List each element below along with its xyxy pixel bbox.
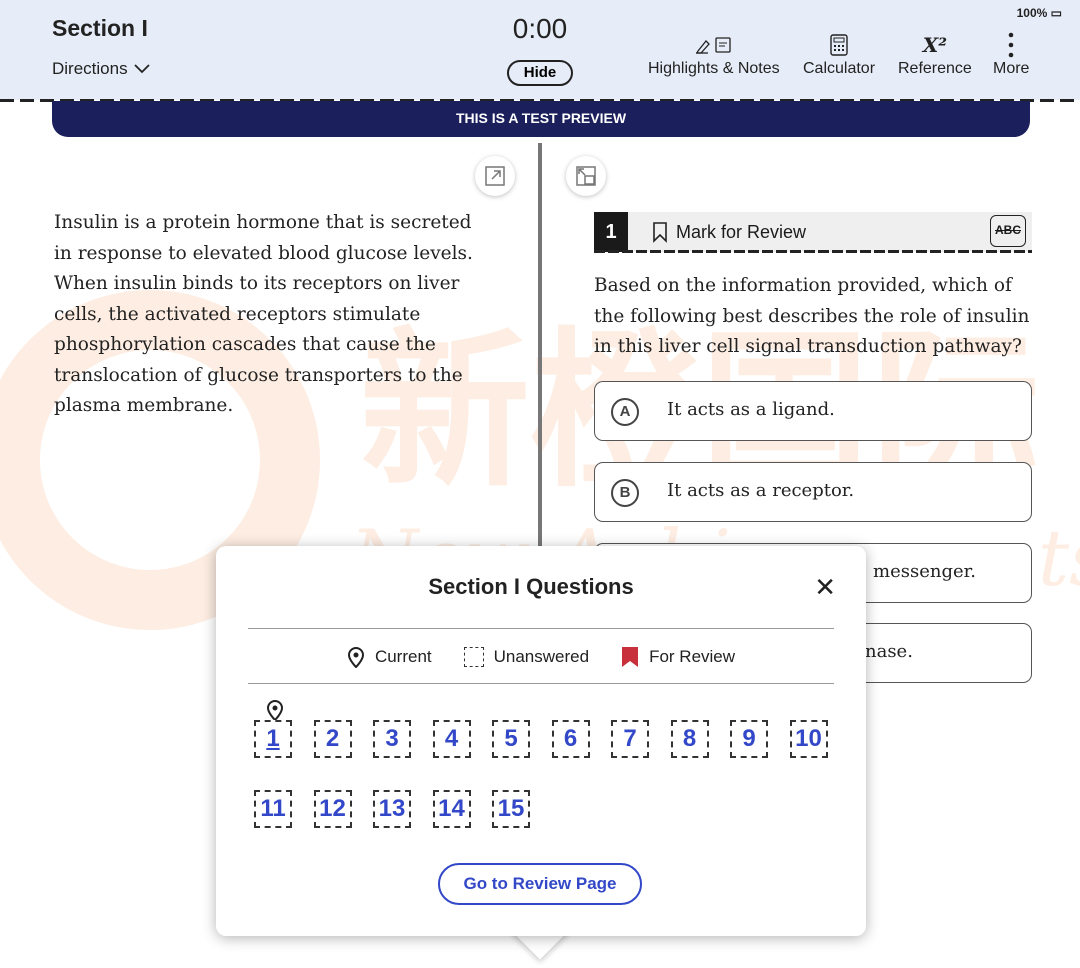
top-bar: Section I Directions 0:00 Hide 100% ▭ Hi… bbox=[0, 0, 1080, 100]
battery-icon: ▭ bbox=[1050, 6, 1062, 20]
question-nav-5[interactable]: 5 bbox=[492, 720, 530, 758]
directions-label: Directions bbox=[52, 59, 128, 78]
choice-text: nase. bbox=[865, 641, 913, 662]
calculator-button[interactable]: Calculator bbox=[803, 30, 875, 78]
answer-choice-a[interactable]: A It acts as a ligand. bbox=[594, 381, 1032, 441]
question-nav-10[interactable]: 10 bbox=[789, 720, 828, 758]
collapse-icon bbox=[576, 166, 596, 186]
question-nav-8[interactable]: 8 bbox=[670, 720, 709, 758]
pane-divider[interactable] bbox=[538, 143, 542, 553]
choice-letter: B bbox=[611, 479, 639, 507]
passage-text: Insulin is a protein hormone that is sec… bbox=[54, 212, 473, 416]
choice-letter: A bbox=[611, 398, 639, 426]
highlights-notes-button[interactable]: Highlights & Notes bbox=[648, 30, 780, 78]
question-nav-6[interactable]: 6 bbox=[551, 720, 590, 758]
battery-status: 100% ▭ bbox=[1017, 6, 1062, 20]
divider bbox=[248, 683, 834, 684]
expand-icon bbox=[485, 166, 505, 186]
question-header: 1 Mark for Review ABC bbox=[594, 212, 1032, 252]
hide-timer-button[interactable]: Hide bbox=[507, 60, 573, 86]
question-nav-11[interactable]: 11 bbox=[254, 790, 292, 828]
calculator-icon bbox=[803, 30, 875, 60]
reference-button[interactable]: X² Reference bbox=[898, 30, 972, 78]
unanswered-box-icon bbox=[463, 647, 484, 667]
legend-review: For Review bbox=[649, 647, 736, 666]
question-nav-15[interactable]: 15 bbox=[492, 790, 530, 828]
answer-eliminator-button[interactable]: ABC bbox=[990, 215, 1026, 247]
mark-for-review-label: Mark for Review bbox=[676, 221, 807, 242]
question-header-divider bbox=[594, 250, 1032, 253]
bookmark-icon bbox=[653, 222, 667, 243]
expand-passage-button[interactable] bbox=[475, 156, 515, 196]
question-nav-12[interactable]: 12 bbox=[313, 790, 352, 828]
formula-reference-icon: X² bbox=[922, 33, 948, 57]
mark-for-review-toggle[interactable]: Mark for Review bbox=[652, 221, 806, 243]
current-location-pin-icon bbox=[266, 700, 284, 721]
highlighter-notes-icon bbox=[648, 30, 780, 60]
question-navigator-popup: Section I Questions ✕ Current Unanswered… bbox=[216, 546, 866, 936]
question-nav-7[interactable]: 7 bbox=[611, 720, 649, 758]
divider bbox=[248, 628, 834, 629]
question-nav-14[interactable]: 14 bbox=[432, 790, 471, 828]
more-button[interactable]: More bbox=[993, 30, 1029, 78]
legend: Current Unanswered For Review bbox=[216, 646, 866, 668]
tool-label: Reference bbox=[898, 60, 972, 77]
question-text: Based on the information provided, which… bbox=[594, 275, 1030, 357]
question-nav-13[interactable]: 13 bbox=[373, 790, 411, 828]
legend-current: Current bbox=[374, 647, 432, 666]
tool-label: Highlights & Notes bbox=[648, 60, 780, 77]
tool-label: More bbox=[993, 60, 1030, 77]
choice-text: It acts as a ligand. bbox=[667, 399, 835, 420]
question-nav-4[interactable]: 4 bbox=[432, 720, 471, 758]
answer-choice-b[interactable]: B It acts as a receptor. bbox=[594, 462, 1032, 522]
question-nav-3[interactable]: 3 bbox=[373, 720, 411, 758]
choice-text: messenger. bbox=[873, 561, 976, 582]
test-preview-banner: THIS IS A TEST PREVIEW bbox=[52, 101, 1030, 137]
legend-unanswered: Unanswered bbox=[493, 647, 590, 666]
chevron-down-icon bbox=[133, 64, 150, 74]
go-to-review-page-button[interactable]: Go to Review Page bbox=[438, 863, 642, 905]
choice-text: It acts as a receptor. bbox=[667, 480, 855, 501]
popup-title: Section I Questions bbox=[428, 574, 634, 599]
more-vertical-icon bbox=[993, 30, 1029, 60]
question-nav-1[interactable]: 1 bbox=[254, 720, 292, 758]
question-nav-2[interactable]: 2 bbox=[313, 720, 352, 758]
question-nav-9[interactable]: 9 bbox=[730, 720, 768, 758]
battery-percent: 100% bbox=[1016, 6, 1048, 20]
tool-label: Calculator bbox=[803, 60, 876, 77]
review-flag-icon bbox=[622, 647, 639, 667]
expand-question-button[interactable] bbox=[566, 156, 606, 196]
directions-dropdown[interactable]: Directions bbox=[52, 59, 150, 79]
question-number: 1 bbox=[594, 212, 628, 252]
location-pin-icon bbox=[347, 647, 364, 668]
close-icon[interactable]: ✕ bbox=[814, 574, 836, 600]
